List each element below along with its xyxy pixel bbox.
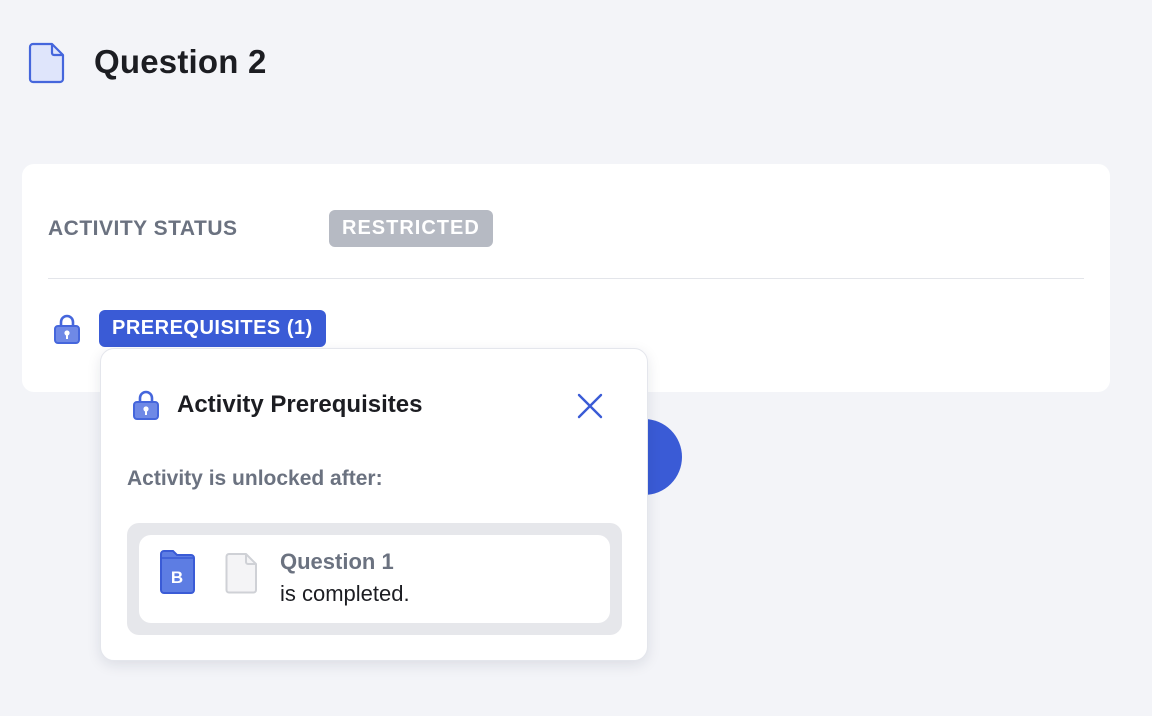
lock-icon <box>54 314 80 344</box>
prerequisites-row: PREREQUISITES (1) <box>52 310 326 347</box>
popover-header: Activity Prerequisites <box>131 389 422 421</box>
book-letter: B <box>171 568 183 587</box>
book-icon: B <box>160 550 195 594</box>
close-button[interactable] <box>575 391 605 421</box>
divider <box>48 278 1084 279</box>
prerequisites-popover: Activity Prerequisites Activity is unloc… <box>100 348 648 661</box>
requirement-item[interactable]: B Question 1 is completed. <box>139 535 610 623</box>
requirements-list: B Question 1 is completed. <box>127 523 622 635</box>
status-badge: RESTRICTED <box>329 210 493 247</box>
requirement-condition: is completed. <box>280 581 410 606</box>
page-header: Question 2 <box>28 40 267 84</box>
document-icon <box>28 42 65 84</box>
status-row: ACTIVITY STATUS RESTRICTED <box>48 210 493 247</box>
document-icon <box>225 553 257 594</box>
requirement-title: Question 1 <box>280 549 394 574</box>
unlock-description: Activity is unlocked after: <box>127 467 383 490</box>
close-icon <box>577 393 603 419</box>
lock-icon <box>133 390 159 420</box>
page-title: Question 2 <box>94 43 267 80</box>
popover-title: Activity Prerequisites <box>177 391 423 418</box>
prerequisites-button[interactable]: PREREQUISITES (1) <box>99 310 326 347</box>
page: Question 2 ACTIVITY STATUS RESTRICTED PR… <box>0 0 1152 716</box>
activity-status-label: ACTIVITY STATUS <box>48 216 238 240</box>
